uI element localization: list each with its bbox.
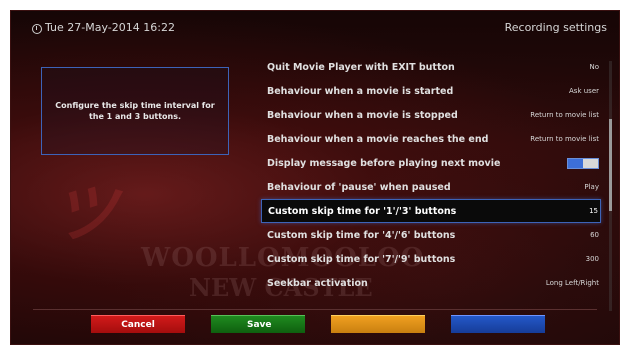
setting-label: Quit Movie Player with EXIT button [267,61,455,73]
setting-label: Custom skip time for '1'/'3' buttons [268,205,457,217]
setting-value: Return to movie list [530,135,599,143]
cancel-button-label: Cancel [121,319,155,330]
setting-value: 15 [589,207,598,215]
setting-row-movie-stopped[interactable]: Behaviour when a movie is stopped Return… [261,103,601,127]
blue-button[interactable] [451,315,545,333]
setting-label: Seekbar activation [267,277,368,289]
yellow-button[interactable] [331,315,425,333]
setting-value: No [589,63,599,71]
setting-row-quit-movie-player[interactable]: Quit Movie Player with EXIT button No [261,55,601,79]
setting-label: Behaviour of 'pause' when paused [267,181,451,193]
setting-value: 60 [590,231,599,239]
setting-row-display-message[interactable]: Display message before playing next movi… [261,151,601,175]
setting-value: Long Left/Right [545,279,599,287]
setting-label: Behaviour when a movie reaches the end [267,133,489,145]
setting-value: 300 [585,255,599,263]
footer-divider [33,309,597,310]
setting-label: Behaviour when a movie is started [267,85,454,97]
help-box: Configure the skip time interval for the… [41,67,229,155]
toggle-switch[interactable] [567,157,599,169]
screen-frame: ツ WOOLLOMOOLOO NEW CASTLE Tue 27-May-201… [10,10,620,345]
cancel-button[interactable]: Cancel [91,315,185,333]
setting-row-skip-1-3[interactable]: Custom skip time for '1'/'3' buttons 15 [261,199,601,223]
screen-title: Recording settings [504,21,607,34]
setting-label: Custom skip time for '4'/'6' buttons [267,229,456,241]
header-bar: Tue 27-May-2014 16:22 Recording settings [11,11,619,49]
setting-label: Display message before playing next movi… [267,157,501,169]
setting-row-movie-end[interactable]: Behaviour when a movie reaches the end R… [261,127,601,151]
settings-list: Quit Movie Player with EXIT button No Be… [261,55,601,311]
setting-row-skip-7-9[interactable]: Custom skip time for '7'/'9' buttons 300 [261,247,601,271]
setting-row-movie-started[interactable]: Behaviour when a movie is started Ask us… [261,79,601,103]
help-text: Configure the skip time interval for the… [55,101,215,121]
scrollbar[interactable] [609,61,612,311]
save-button[interactable]: Save [211,315,305,333]
setting-row-pause-behaviour[interactable]: Behaviour of 'pause' when paused Play [261,175,601,199]
save-button-label: Save [247,319,272,330]
setting-label: Custom skip time for '7'/'9' buttons [267,253,456,265]
setting-value: Play [584,183,599,191]
datetime: Tue 27-May-2014 16:22 [45,21,175,34]
background-logo-art: ツ [53,177,117,252]
setting-label: Behaviour when a movie is stopped [267,109,458,121]
scrollbar-thumb[interactable] [609,119,612,211]
setting-row-seekbar[interactable]: Seekbar activation Long Left/Right [261,271,601,295]
setting-row-skip-4-6[interactable]: Custom skip time for '4'/'6' buttons 60 [261,223,601,247]
setting-value: Ask user [569,87,599,95]
setting-value: Return to movie list [530,111,599,119]
clock-icon [32,24,42,34]
